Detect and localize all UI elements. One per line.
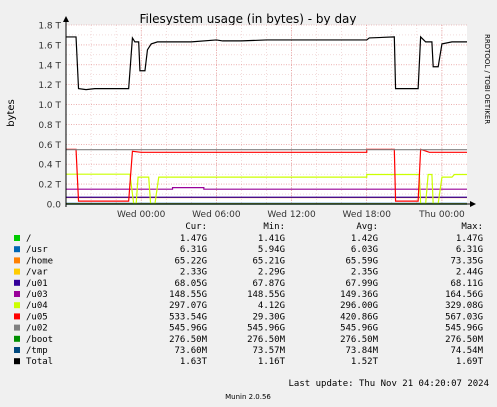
legend-value-cur: 1.47G: [180, 234, 207, 244]
x-tick-label: Wed 18:00: [343, 210, 392, 220]
legend-value-cur: 1.63T: [180, 357, 208, 367]
legend-series-name: /tmp: [26, 346, 48, 356]
y-tick-label: 1.0 T: [38, 101, 61, 111]
legend-series-name: /: [26, 234, 31, 244]
legend-column-header: Cur:: [185, 222, 207, 232]
y-tick-label: 1.2 T: [38, 81, 61, 91]
legend-value-max: 1.69T: [456, 357, 484, 367]
legend-value-max: 329.08G: [445, 301, 483, 311]
legend-swatch: [14, 335, 20, 342]
legend-value-avg: 296.00G: [340, 301, 378, 311]
y-axis-label: bytes: [6, 99, 17, 127]
legend-swatch: [14, 257, 20, 264]
legend-series-name: /u05: [26, 312, 48, 322]
legend-series-name: /var: [26, 268, 48, 278]
legend-value-max: 73.35G: [450, 256, 483, 266]
legend-value-avg: 65.59G: [345, 256, 378, 266]
legend-value-min: 1.16T: [258, 357, 286, 367]
y-tick-label: 1.6 T: [38, 41, 61, 51]
legend-swatch: [14, 358, 20, 365]
legend-swatch: [14, 291, 20, 297]
y-tick-label: 0.2 T: [38, 181, 61, 191]
y-tick-label: 0.6 T: [38, 141, 61, 151]
legend-series-name: /u04: [26, 301, 48, 311]
legend-swatch: [14, 347, 20, 353]
legend-value-min: 73.57M: [252, 346, 285, 356]
legend-value-max: 68.11G: [450, 279, 483, 289]
legend-value-min: 29.30G: [252, 312, 285, 322]
legend-value-cur: 68.05G: [174, 279, 207, 289]
legend-value-max: 276.50M: [445, 335, 484, 345]
legend-value-min: 545.96G: [247, 324, 285, 334]
legend-value-max: 1.47G: [456, 234, 483, 244]
legend-series-name: /u03: [26, 290, 48, 300]
x-tick-label: Wed 06:00: [192, 210, 241, 220]
legend-series-name: /home: [26, 256, 53, 266]
legend-value-min: 65.21G: [252, 256, 285, 266]
chart-title: Filesystem usage (in bytes) - by day: [139, 12, 356, 26]
legend-value-cur: 2.33G: [180, 268, 207, 278]
legend-value-max: 567.03G: [445, 312, 483, 322]
legend-column-header: Max:: [461, 222, 483, 232]
rrdtool-side-label: RRDTOOL / TOBI OETIKER: [483, 34, 491, 124]
legend-value-max: 164.56G: [445, 290, 483, 300]
munin-footer: Munin 2.0.56: [225, 393, 271, 401]
legend-value-min: 1.41G: [258, 234, 285, 244]
last-update-text: Last update: Thu Nov 21 04:20:07 2024: [289, 379, 489, 389]
legend-swatch: [14, 313, 20, 320]
x-tick-label: Thu 00:00: [418, 210, 465, 220]
legend-value-avg: 1.42G: [351, 234, 378, 244]
legend-value-cur: 545.96G: [169, 324, 207, 334]
legend-column-header: Avg:: [356, 222, 378, 232]
legend-value-max: 6.31G: [456, 245, 483, 255]
legend-value-avg: 276.50M: [340, 335, 379, 345]
legend-value-avg: 1.52T: [351, 357, 379, 367]
legend-value-cur: 533.54G: [169, 312, 207, 322]
legend-value-min: 67.87G: [252, 279, 285, 289]
legend-value-min: 148.55G: [247, 290, 285, 300]
legend-value-avg: 545.96G: [340, 324, 378, 334]
munin-filesystem-chart: Filesystem usage (in bytes) - by day byt…: [0, 0, 497, 407]
legend-value-max: 74.54M: [450, 346, 483, 356]
legend-swatch: [14, 246, 20, 253]
legend-value-min: 4.12G: [258, 301, 285, 311]
legend-value-min: 276.50M: [247, 335, 286, 345]
legend-value-min: 5.94G: [258, 245, 285, 255]
legend-value-cur: 6.31G: [180, 245, 207, 255]
legend-swatch: [14, 235, 20, 241]
legend-value-min: 2.29G: [258, 268, 285, 278]
legend-value-cur: 148.55G: [169, 290, 207, 300]
legend-value-cur: 73.60M: [174, 346, 207, 356]
x-tick-label: Wed 12:00: [267, 210, 316, 220]
legend-swatch: [14, 268, 20, 275]
legend-value-max: 545.96G: [445, 324, 483, 334]
legend-series-name: Total: [26, 357, 53, 367]
legend-value-avg: 2.35G: [351, 268, 378, 278]
legend-series-name: /boot: [26, 335, 53, 345]
y-tick-label: 1.8 T: [38, 22, 61, 32]
legend-value-avg: 420.86G: [340, 312, 378, 322]
legend-swatch: [14, 324, 20, 331]
legend-value-avg: 73.84M: [345, 346, 378, 356]
y-tick-label: 0.0: [47, 201, 62, 211]
y-tick-label: 0.8 T: [38, 121, 61, 131]
y-tick-label: 0.4 T: [38, 161, 61, 171]
legend-value-avg: 149.36G: [340, 290, 378, 300]
legend-swatch: [14, 302, 20, 309]
legend-value-avg: 67.99G: [345, 279, 378, 289]
y-tick-label: 1.4 T: [38, 61, 61, 71]
legend-value-avg: 6.03G: [351, 245, 378, 255]
legend-series-name: /u02: [26, 324, 48, 334]
legend-series-name: /usr: [26, 245, 48, 255]
legend-value-max: 2.44G: [456, 268, 483, 278]
legend-column-header: Min:: [263, 222, 285, 232]
x-tick-label: Wed 00:00: [117, 210, 166, 220]
legend-value-cur: 276.50M: [169, 335, 208, 345]
legend-swatch: [14, 279, 20, 286]
legend-value-cur: 297.07G: [169, 301, 207, 311]
legend-series-name: /u01: [26, 279, 48, 289]
legend-value-cur: 65.22G: [174, 256, 207, 266]
